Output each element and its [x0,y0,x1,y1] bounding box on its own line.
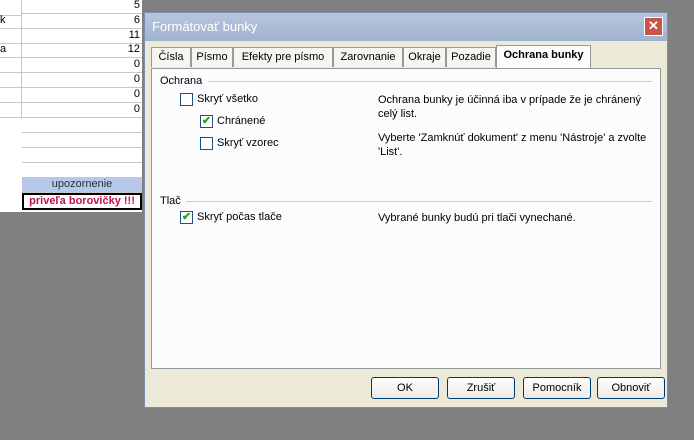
cell[interactable] [22,132,142,148]
tab-cell-protection[interactable]: Ochrana bunky [496,45,591,68]
checkmark-icon[interactable]: ✔ [180,211,193,224]
close-icon: ✕ [648,18,659,33]
cell[interactable]: 5 [22,0,142,14]
tab-borders[interactable]: Okraje [403,47,446,67]
cell[interactable]: 0 [22,102,142,118]
cell[interactable] [22,147,142,163]
ok-button[interactable]: OK [371,377,439,399]
dialog-titlebar[interactable]: Formátovať bunky ✕ [145,13,667,41]
divider [208,81,652,82]
cell[interactable] [0,72,22,88]
column-b: 5 6 11 12 0 0 0 0 upozornenie priveľa bo… [22,0,142,212]
tab-font-effects[interactable]: Efekty pre písmo [233,47,333,67]
hide-when-printing-label: Skryť počas tlače [197,211,282,223]
cell[interactable] [0,87,22,103]
checkbox-box[interactable] [180,93,193,106]
tab-numbers[interactable]: Čísla [151,47,191,67]
cell[interactable]: 0 [22,57,142,73]
divider [186,201,652,202]
checkmark-icon[interactable]: ✔ [200,115,213,128]
hide-formula-label: Skryť vzorec [217,137,279,149]
protection-description: Ochrana bunky je účinná iba v prípade že… [378,94,641,120]
cell[interactable]: 0 [22,72,142,88]
cell[interactable]: a [0,42,22,58]
hide-all-label: Skryť všetko [197,93,258,105]
dialog-title: Formátovať bunky [152,19,258,34]
cell[interactable] [0,57,22,73]
print-description: Vybrané bunky budú pri tlači vynechané. [378,212,576,224]
cell[interactable]: 12 [22,42,142,58]
format-cells-dialog: Formátovať bunky ✕ Čísla Písmo Efekty pr… [144,12,668,408]
cancel-button[interactable]: Zrušiť [447,377,515,399]
tab-background[interactable]: Pozadie [446,47,496,67]
help-button[interactable]: Pomocník [523,377,591,399]
close-button[interactable]: ✕ [644,17,663,36]
print-heading: Tlač [160,195,181,207]
reset-button[interactable]: Obnoviť [597,377,665,399]
protected-label: Chránené [217,115,266,127]
checkbox-box[interactable] [200,137,213,150]
protection-heading: Ochrana [160,75,203,87]
column-a: k a [0,0,22,212]
cell[interactable]: k [0,13,22,29]
spreadsheet-area: k a 5 6 11 12 0 0 0 0 upozornenie priveľ… [0,0,142,212]
cell[interactable]: 0 [22,87,142,103]
cell[interactable] [22,117,142,133]
tab-alignment[interactable]: Zarovnanie [333,47,403,67]
tab-panel: Ochrana Skryť všetko ✔ Chránené Skryť vz… [151,68,661,369]
tab-font[interactable]: Písmo [191,47,233,67]
warning-value-cell[interactable]: priveľa borovičky !!! [22,193,142,210]
cell[interactable] [22,162,142,178]
cell[interactable] [0,102,22,118]
cell[interactable]: 6 [22,13,142,29]
protection-hint: Vyberte 'Zamknúť dokument' z menu 'Nástr… [378,132,647,158]
warning-label-cell[interactable]: upozornenie [22,177,142,193]
